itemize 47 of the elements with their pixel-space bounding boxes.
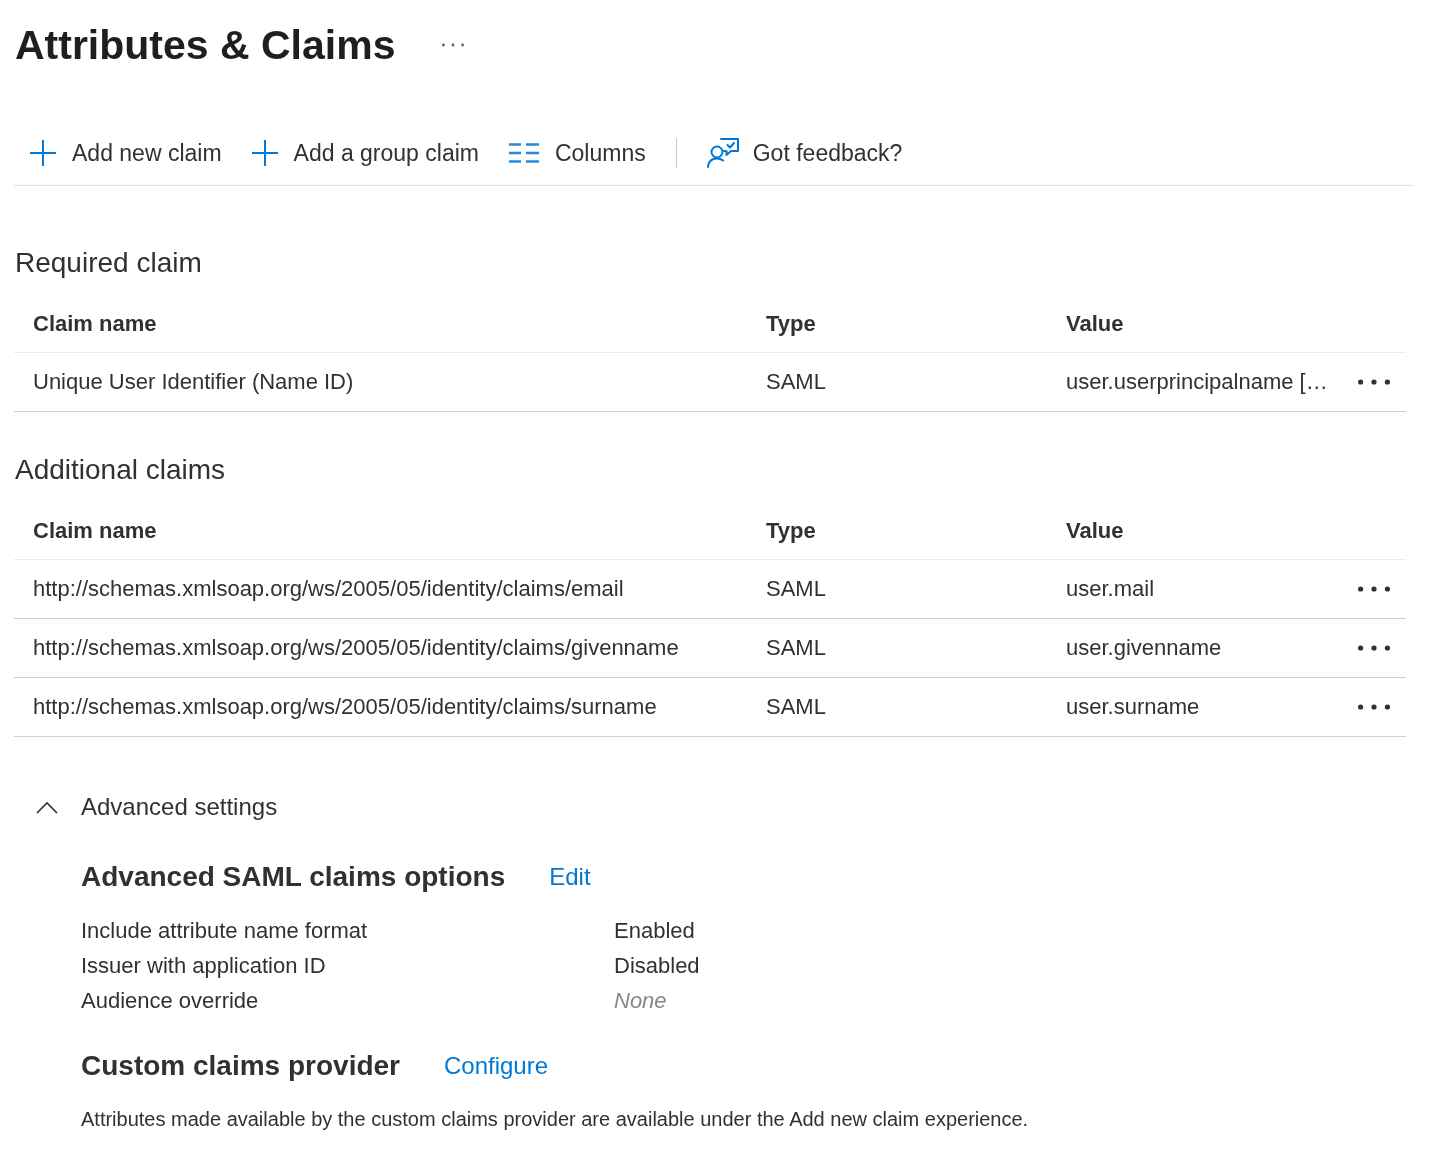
table-cell-text: Unique User Identifier (Name ID) [32, 368, 355, 396]
advanced-settings-toggle[interactable]: Advanced settings [34, 787, 278, 827]
table-cell-text: SAML [765, 693, 827, 721]
configure-link[interactable]: Configure [444, 1050, 549, 1082]
setting-label: Audience override [81, 986, 260, 1015]
setting-label: Issuer with application ID [81, 951, 327, 980]
table-cell-text: SAML [765, 368, 827, 396]
table-cell-text: http://schemas.xmlsoap.org/ws/2005/05/identity/claims/givenname [32, 634, 680, 662]
more-icon [1358, 586, 1390, 592]
page-title: Attributes & Claims [14, 21, 396, 70]
table-cell-text: SAML [765, 575, 827, 603]
plus-icon [30, 140, 56, 166]
setting-label: Include attribute name format [81, 916, 369, 945]
toolbar-button[interactable]: Got feedback? [698, 131, 911, 175]
plus-icon [251, 140, 278, 166]
person-chat-icon [706, 138, 739, 168]
edit-link[interactable]: Edit [549, 861, 591, 893]
list-icon [508, 143, 539, 163]
section-heading: Required claim [14, 246, 203, 280]
table-cell-text: http://schemas.xmlsoap.org/ws/2005/05/identity/claims/email [32, 575, 625, 603]
table-cell-text: http://schemas.xmlsoap.org/ws/2005/05/identity/claims/surname [32, 693, 658, 721]
column-header: Claim name [32, 309, 158, 338]
table-cell-text: user.givenname [1065, 634, 1223, 662]
more-icon [1358, 704, 1390, 710]
more-icon [1358, 645, 1390, 651]
section-heading: Additional claims [14, 453, 227, 487]
column-header: Claim name [32, 516, 158, 545]
toolbar-button[interactable]: Add new claim [22, 131, 230, 175]
section-heading: Advanced SAML claims options [81, 860, 506, 894]
column-header: Value [1065, 516, 1125, 545]
table-cell-text: user.userprincipalname [… [1065, 368, 1329, 396]
more-icon [442, 43, 465, 47]
chevron-up-icon [36, 800, 58, 814]
toolbar-button[interactable]: Add a group claim [243, 131, 487, 175]
table-cell-text: SAML [765, 634, 827, 662]
setting-value: None [614, 986, 667, 1015]
column-header: Type [765, 309, 817, 338]
table-cell-text: user.mail [1065, 575, 1156, 603]
section-heading: Custom claims provider [81, 1049, 400, 1083]
column-header: Type [765, 516, 817, 545]
toolbar-button[interactable]: Columns [500, 131, 654, 175]
more-icon [1358, 379, 1390, 385]
description-text: Attributes made available by the custom claims provider are available under the Add new claim experience. [81, 1107, 1030, 1132]
setting-value: Disabled [614, 951, 700, 980]
setting-value: Enabled [614, 916, 695, 945]
column-header: Value [1065, 309, 1125, 338]
table-cell-text: user.surname [1065, 693, 1201, 721]
